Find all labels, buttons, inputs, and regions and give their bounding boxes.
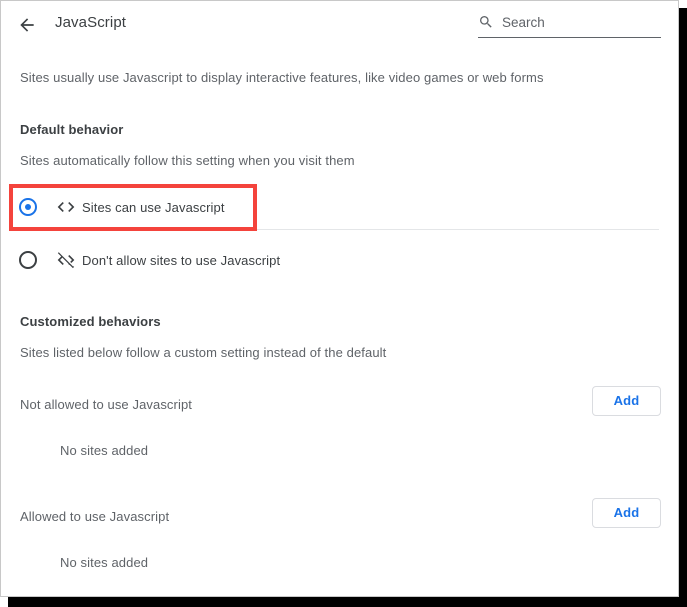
allowed-list-title: Allowed to use Javascript [20, 509, 170, 524]
customized-behaviors-heading: Customized behaviors [20, 314, 161, 329]
default-behavior-subtext: Sites automatically follow this setting … [20, 153, 355, 168]
search-input[interactable] [502, 11, 657, 33]
radio-option-sites-can-use-javascript[interactable]: Sites can use Javascript [1, 187, 678, 233]
radio-option-dont-allow-sites-to-use-javascript[interactable]: Don't allow sites to use Javascript [1, 240, 678, 286]
add-allowed-button[interactable]: Add [592, 498, 661, 528]
code-slashed-icon [56, 250, 76, 270]
radio-dot [25, 204, 31, 210]
default-behavior-heading: Default behavior [20, 122, 124, 137]
search-box[interactable] [478, 11, 661, 38]
add-not-allowed-button[interactable]: Add [592, 386, 661, 416]
divider [257, 229, 659, 230]
window-shadow-bottom [8, 597, 687, 607]
not-allowed-empty-state: No sites added [60, 443, 149, 458]
radio-button-unselected[interactable] [19, 251, 37, 269]
intro-description: Sites usually use Javascript to display … [20, 70, 544, 85]
code-icon [56, 197, 76, 217]
radio-button-selected[interactable] [19, 198, 37, 216]
allowed-empty-state: No sites added [60, 555, 149, 570]
back-arrow-icon[interactable] [14, 12, 40, 38]
page-header: JavaScript [1, 1, 678, 49]
window-shadow-right [679, 8, 687, 607]
search-icon [478, 14, 494, 30]
customized-behaviors-subtext: Sites listed below follow a custom setti… [20, 345, 387, 360]
settings-window: JavaScript Sites usually use Javascript … [0, 0, 679, 597]
radio-option-label: Sites can use Javascript [82, 200, 225, 215]
radio-option-label: Don't allow sites to use Javascript [82, 253, 281, 268]
not-allowed-list-title: Not allowed to use Javascript [20, 397, 192, 412]
page-title: JavaScript [55, 14, 127, 31]
